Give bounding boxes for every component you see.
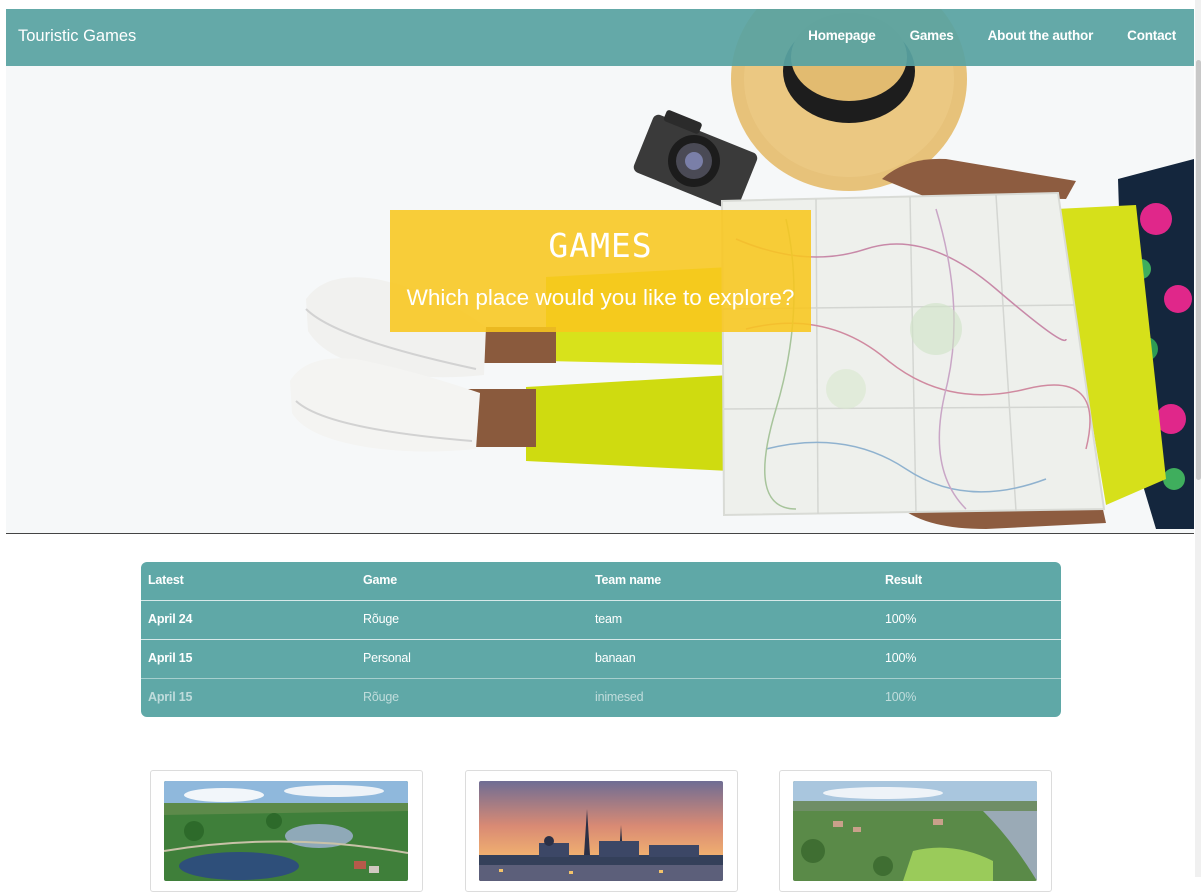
hero-caption-box: GAMES Which place would you like to expl…	[390, 210, 811, 332]
game-card[interactable]	[150, 770, 423, 892]
cell-game: Personal	[363, 651, 411, 665]
cell-team: banaan	[595, 651, 636, 665]
brand-link[interactable]: Touristic Games	[18, 9, 136, 63]
scroll-thumb[interactable]	[1196, 60, 1201, 480]
latest-results-table: Latest Game Team name Result April 24 Rõ…	[141, 562, 1061, 717]
table-row: April 24 Rõuge team 100%	[141, 600, 1061, 639]
header-latest: Latest	[148, 573, 184, 587]
game-card[interactable]	[779, 770, 1052, 892]
table-row: April 15 Personal banaan 100%	[141, 639, 1061, 678]
cell-result: 100%	[885, 651, 917, 665]
hero-title: GAMES	[548, 226, 653, 265]
header-team-name: Team name	[595, 573, 662, 587]
nav-about-author[interactable]: About the author	[988, 9, 1094, 63]
nav-games[interactable]: Games	[910, 9, 954, 63]
old-town-sunset-photo	[479, 781, 723, 881]
hero-subtitle: Which place would you like to explore?	[406, 285, 795, 310]
hero-section: GAMES Which place would you like to expl…	[6, 9, 1194, 534]
top-navbar: Touristic Games Homepage Games About the…	[6, 9, 1194, 66]
cell-game: Rõuge	[363, 612, 399, 626]
game-card[interactable]	[465, 770, 738, 892]
cell-result: 100%	[885, 690, 917, 704]
nav-homepage[interactable]: Homepage	[808, 9, 876, 63]
cell-team: inimesed	[595, 690, 644, 704]
cell-date: April 24	[148, 612, 193, 626]
cell-game: Rõuge	[363, 690, 399, 704]
table-header-row: Latest Game Team name Result	[141, 562, 1061, 600]
cell-date: April 15	[148, 690, 193, 704]
cell-date: April 15	[148, 651, 193, 665]
nav-contact[interactable]: Contact	[1127, 9, 1176, 63]
cell-result: 100%	[885, 612, 917, 626]
aerial-river-town-photo	[793, 781, 1037, 881]
header-game: Game	[363, 573, 397, 587]
header-result: Result	[885, 573, 923, 587]
nav-links: Homepage Games About the author Contact	[808, 9, 1176, 63]
table-row: April 15 Rõuge inimesed 100%	[141, 678, 1061, 717]
cell-team: team	[595, 612, 622, 626]
page-scrollbar[interactable]	[1195, 0, 1201, 877]
aerial-lake-photo	[164, 781, 408, 881]
